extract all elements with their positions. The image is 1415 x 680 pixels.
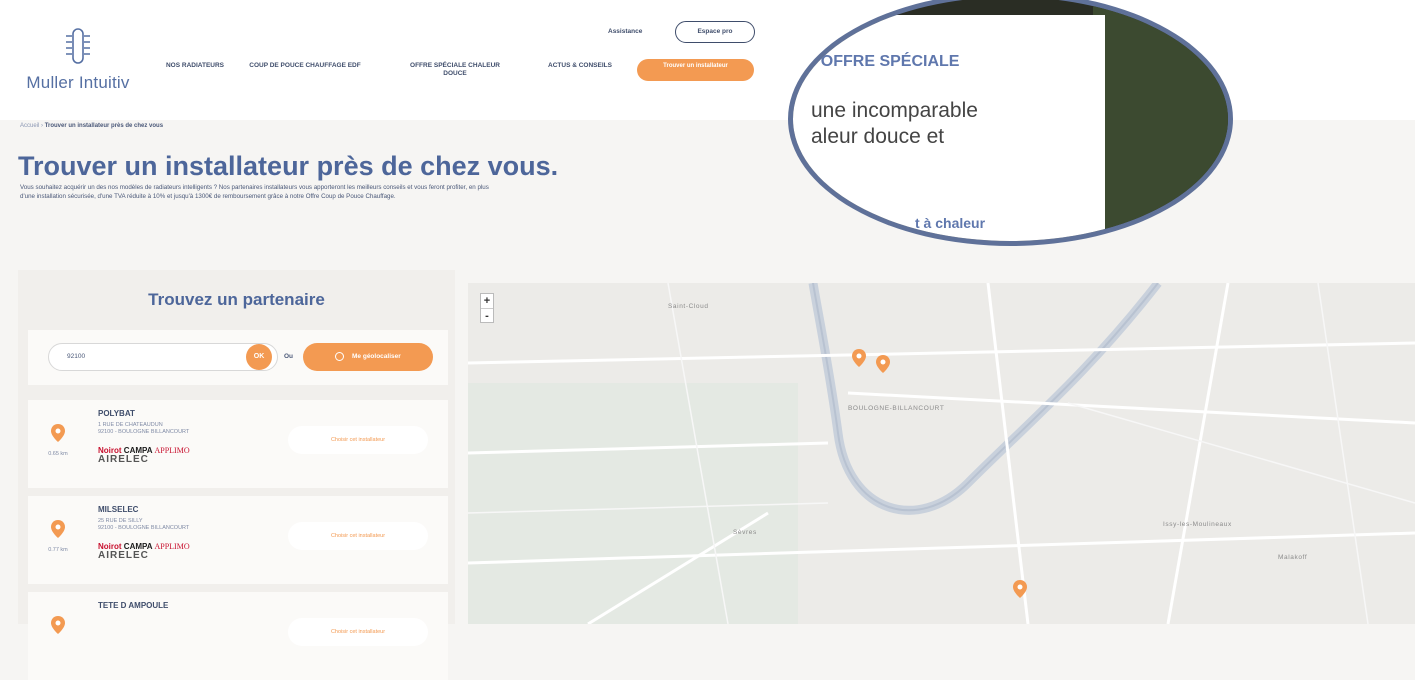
page-title: Trouver un installateur près de chez vou… [18, 151, 559, 181]
target-icon [335, 351, 345, 361]
zoom-out-button[interactable]: - [481, 308, 493, 322]
location-pin-icon [51, 616, 65, 634]
choose-installer-button[interactable]: Choisir cet installateur [288, 618, 428, 646]
map-label: BOULOGNE-BILLANCOURT [848, 405, 945, 412]
installer-card[interactable]: 0.65 km POLYBAT 1 RUE DE CHATEAUDUN 9210… [28, 400, 448, 488]
distance: 0.77 km [48, 547, 68, 553]
installer-name: MILSELEC [98, 505, 139, 514]
assistance-link[interactable]: Assistance [608, 28, 642, 35]
zoom-controls: + - [480, 293, 494, 323]
airelec-logo: AIRELEC [98, 550, 149, 561]
brand-logos: Noirot CAMPA APPLIMO AIRELEC [98, 542, 268, 561]
distance-column: 0.65 km [43, 424, 73, 457]
installer-card[interactable]: 0.77 km MILSELEC 25 RUE DE SILLY 92100 -… [28, 496, 448, 584]
address-city: 92100 - BOULOGNE BILLANCOURT [98, 429, 190, 435]
choose-installer-button[interactable]: Choisir cet installateur [288, 426, 428, 454]
breadcrumb-home[interactable]: Accueil [20, 123, 39, 129]
distance-column: 0.77 km [43, 520, 73, 553]
map-label: Malakoff [1278, 554, 1308, 561]
map-label: Saint-Cloud [668, 303, 709, 310]
installer-card[interactable]: TETE D AMPOULE Choisir cet installateur [28, 592, 448, 680]
address-city: 92100 - BOULOGNE BILLANCOURT [98, 525, 190, 531]
nav-offre-speciale[interactable]: OFFRE SPÉCIALE CHALEUR DOUCE [400, 62, 510, 78]
partner-panel: Trouvez un partenaire 92100 OK Ou Me géo… [18, 270, 455, 680]
brand-logos: Noirot CAMPA APPLIMO AIRELEC [98, 446, 268, 465]
map-label: Sèvres [733, 529, 757, 536]
location-pin-icon [51, 520, 65, 538]
map-marker-icon[interactable] [852, 349, 866, 367]
map-roads [468, 283, 1415, 624]
address-street: 1 RUE DE CHATEAUDUN [98, 422, 163, 428]
postcode-input[interactable]: 92100 [48, 343, 278, 371]
page-intro: Vous souhaitez acquérir un des nos modèl… [20, 184, 489, 200]
promo-card: : OFFRE SPÉCIALE une incomparable aleur … [793, 15, 1105, 241]
airelec-logo: AIRELEC [98, 454, 149, 465]
choose-installer-button[interactable]: Choisir cet installateur [288, 522, 428, 550]
magnifier-callout: : OFFRE SPÉCIALE une incomparable aleur … [788, 0, 1233, 246]
nav-nos-radiateurs[interactable]: NOS RADIATEURS [165, 62, 225, 70]
breadcrumb: Accueil › Trouver un installateur près d… [20, 123, 163, 129]
logo[interactable]: Muller Intuitiv [18, 28, 138, 93]
address-street: 25 RUE DE SILLY [98, 518, 143, 524]
find-installer-button[interactable]: Trouver un installateur [637, 59, 754, 81]
promo-line-1: une incomparable [811, 99, 978, 122]
installer-name: POLYBAT [98, 409, 135, 418]
breadcrumb-separator: › [41, 123, 44, 129]
geolocate-button[interactable]: Me géolocaliser [303, 343, 433, 371]
plant-photo [1093, 0, 1228, 241]
promo-line-2: aleur douce et [811, 125, 945, 148]
map[interactable]: + - BOULOGNE-BILLANCOURT Sèvres Issy-les… [468, 283, 1415, 624]
ok-button[interactable]: OK [246, 344, 272, 370]
nav-coup-de-pouce[interactable]: COUP DE POUCE CHAUFFAGE EDF [245, 62, 365, 70]
geolocate-label: Me géolocaliser [352, 353, 401, 360]
partner-panel-title: Trouvez un partenaire [148, 290, 325, 309]
espace-pro-button[interactable]: Espace pro [675, 21, 755, 43]
distance-column [43, 616, 73, 639]
promo-text: une incomparable aleur douce et [811, 98, 978, 150]
map-marker-icon[interactable] [1013, 580, 1027, 598]
logo-text: Muller Intuitiv [26, 73, 130, 92]
installer-name: TETE D AMPOULE [98, 601, 169, 610]
search-bar: 92100 OK Ou Me géolocaliser [28, 330, 448, 385]
promo-title: : OFFRE SPÉCIALE [811, 53, 960, 70]
promo-link[interactable]: t à chaleur [915, 215, 985, 231]
map-label: Issy-les-Moulineaux [1163, 521, 1232, 528]
installer-address: 25 RUE DE SILLY 92100 - BOULOGNE BILLANC… [98, 518, 189, 532]
applimo-logo: APPLIMO [154, 542, 190, 551]
installer-address: 1 RUE DE CHATEAUDUN 92100 - BOULOGNE BIL… [98, 422, 189, 436]
nav-actus-conseils[interactable]: ACTUS & CONSEILS [545, 62, 615, 70]
logo-icon [66, 28, 90, 64]
applimo-logo: APPLIMO [154, 446, 190, 455]
location-pin-icon [51, 424, 65, 442]
map-marker-icon[interactable] [876, 355, 890, 373]
zoom-in-button[interactable]: + [481, 294, 493, 308]
breadcrumb-current: Trouver un installateur près de chez vou… [44, 123, 164, 129]
or-label: Ou [284, 353, 294, 360]
distance: 0.65 km [48, 451, 68, 457]
